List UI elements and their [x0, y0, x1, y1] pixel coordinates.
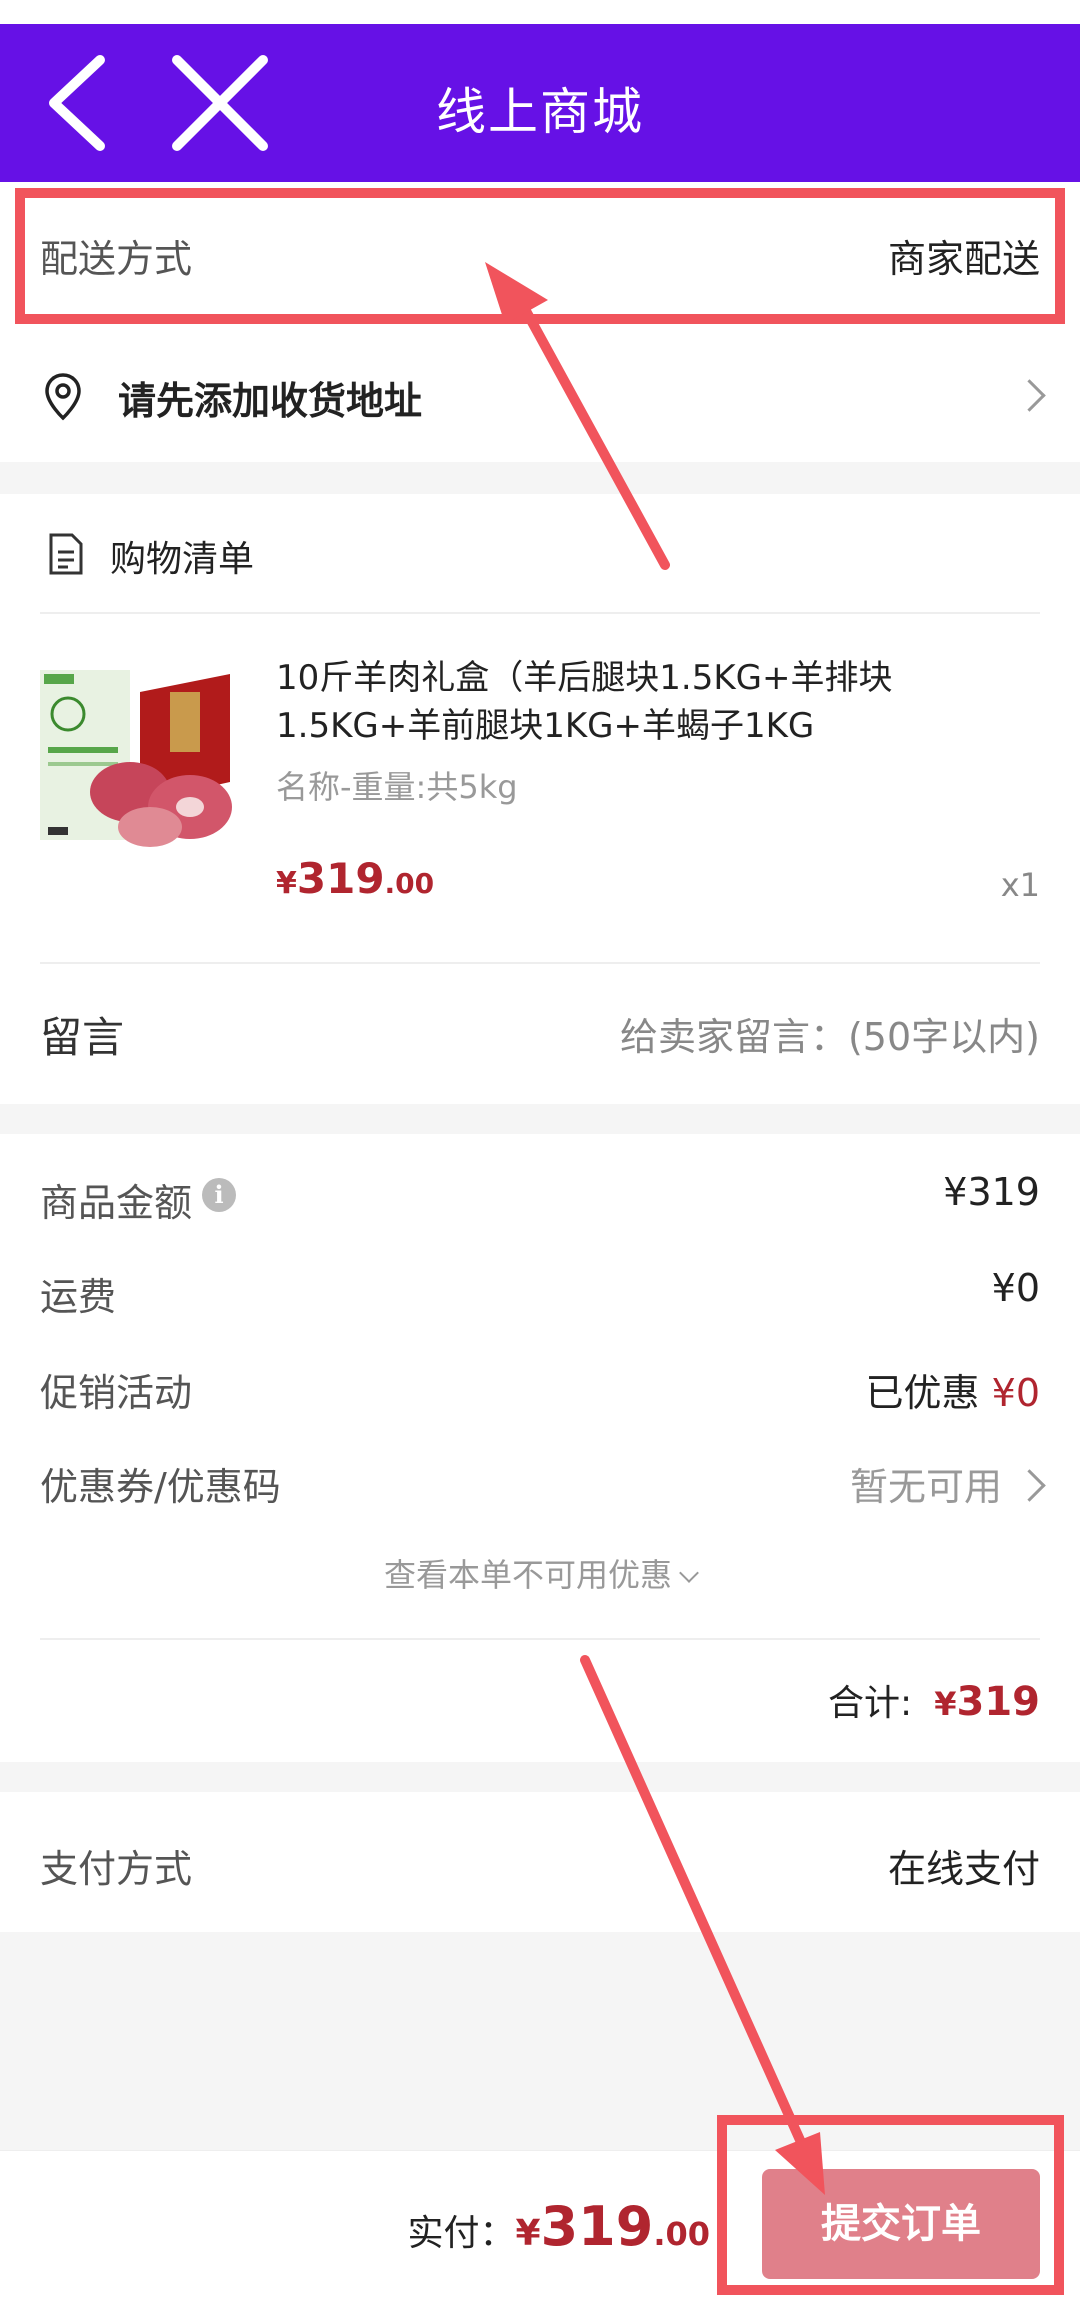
submit-order-button[interactable]: 提交订单	[762, 2169, 1040, 2279]
shipping-value: ¥0	[991, 1266, 1040, 1310]
payment-method-row[interactable]: 支付方式 在线支付	[0, 1792, 1080, 1932]
goods-amount-value: ¥319	[943, 1170, 1040, 1214]
divider	[40, 1638, 1040, 1640]
order-summary: 商品金额 i ¥319 运费 ¥0 促销活动 已优惠 ¥0 优惠券/优惠码 暂无…	[0, 1134, 1080, 1762]
document-list-icon	[49, 533, 83, 575]
chevron-right-icon	[1013, 1469, 1046, 1502]
delivery-value: 商家配送	[887, 237, 1040, 281]
shipping-label: 运费	[40, 1275, 117, 1319]
close-icon	[172, 55, 268, 151]
checkout-bar: 实付：¥319.00 提交订单	[0, 2150, 1080, 2298]
unavailable-coupons-link[interactable]: 查看本单不可用优惠	[0, 1550, 1080, 1596]
page-title: 线上商城	[436, 83, 644, 141]
back-button[interactable]	[40, 48, 120, 158]
address-row[interactable]: 请先添加收货地址	[0, 322, 1080, 462]
close-button[interactable]	[165, 48, 275, 158]
delivery-method-row[interactable]: 配送方式 商家配送	[0, 182, 1080, 322]
delivery-label: 配送方式	[40, 237, 193, 281]
goods-amount-label: 商品金额	[40, 1181, 193, 1225]
status-strip	[0, 0, 1080, 24]
payment-label: 支付方式	[40, 1847, 193, 1891]
message-label: 留言	[40, 1013, 125, 1062]
promotion-value: 已优惠 ¥0	[865, 1371, 1040, 1415]
shopping-list-title: 购物清单	[110, 539, 255, 580]
app-header: 线上商城	[0, 24, 1080, 182]
chevron-down-icon	[679, 1563, 699, 1583]
product-image[interactable]	[40, 662, 240, 852]
product-quantity: x1	[1000, 866, 1040, 904]
product-spec: 名称-重量:共5kg	[276, 768, 518, 806]
coupon-value[interactable]: 暂无可用	[850, 1456, 1002, 1511]
divider	[40, 612, 1040, 614]
shopping-list-card: 购物清单 10斤羊肉礼盒（羊后腿块1.5KG+羊排块1.5KG+羊前腿块1KG+…	[0, 494, 1080, 1104]
product-price: ¥319.00	[276, 854, 435, 903]
address-prompt: 请先添加收货地址	[118, 379, 423, 423]
chevron-left-icon	[49, 55, 105, 151]
product-name[interactable]: 10斤羊肉礼盒（羊后腿块1.5KG+羊排块1.5KG+羊前腿块1KG+羊蝎子1K…	[276, 654, 1046, 750]
location-pin-icon	[45, 373, 81, 421]
message-input[interactable]: 给卖家留言：(50字以内)	[620, 1006, 1040, 1061]
promotion-label: 促销活动	[40, 1371, 193, 1415]
order-total: 合计: ¥319	[828, 1679, 1040, 1725]
chevron-right-icon	[1013, 379, 1046, 412]
divider	[40, 962, 1040, 964]
paid-amount: 实付：¥319.00	[407, 2195, 711, 2258]
info-icon[interactable]: i	[202, 1178, 236, 1212]
coupon-label: 优惠券/优惠码	[40, 1465, 281, 1509]
payment-value: 在线支付	[887, 1847, 1040, 1891]
